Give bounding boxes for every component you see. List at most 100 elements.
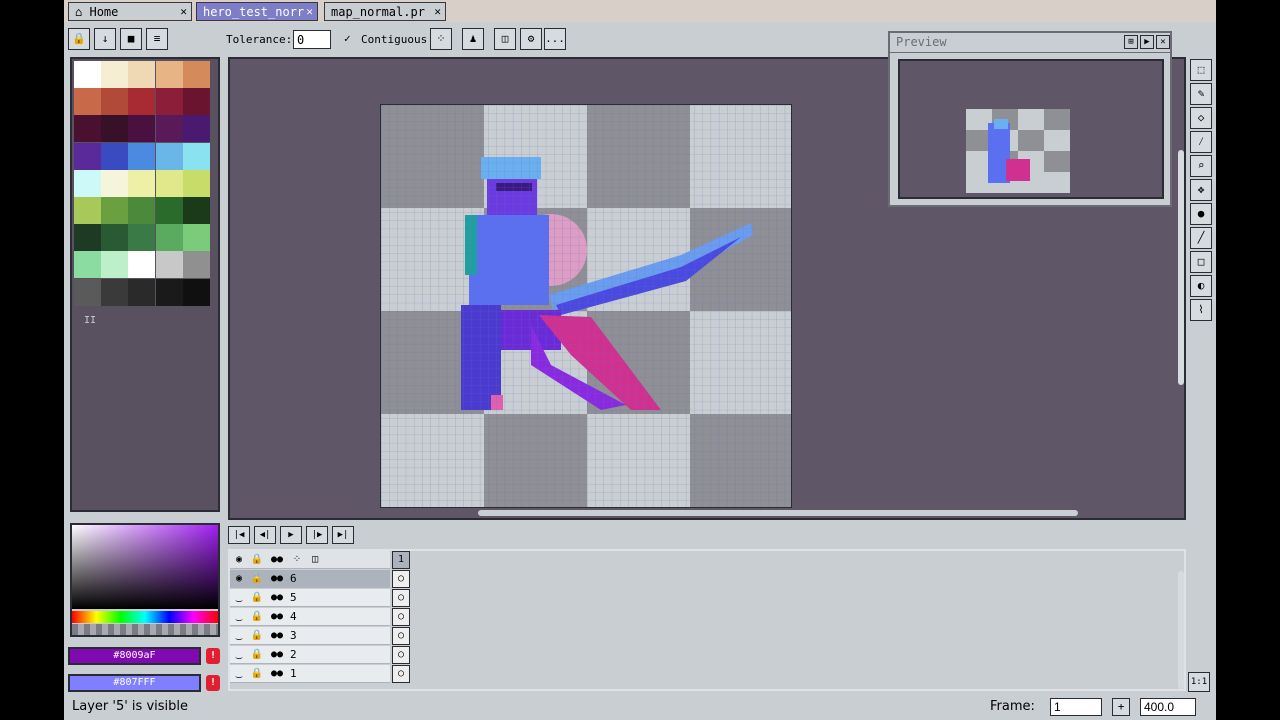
last-frame-icon[interactable]: ▶| bbox=[332, 526, 354, 544]
rectangle-tool-icon[interactable]: □ bbox=[1190, 251, 1212, 273]
close-icon[interactable]: ✕ bbox=[434, 5, 441, 18]
palette-swatch[interactable] bbox=[74, 61, 101, 88]
eye-closed-icon[interactable]: ‿ bbox=[230, 646, 248, 664]
save-icon[interactable]: ■ bbox=[120, 28, 142, 50]
line-tool-icon[interactable]: ╱ bbox=[1190, 227, 1212, 249]
link-icon[interactable]: ●● bbox=[268, 570, 286, 588]
layer-row[interactable]: ‿ 🔒 ●● 2 bbox=[230, 646, 390, 664]
palette-swatch[interactable] bbox=[101, 224, 129, 252]
tab-map-normal[interactable]: map_normal.pr ✕ bbox=[324, 2, 446, 21]
brush-tool-icon[interactable]: ⌇ bbox=[1190, 299, 1212, 321]
cel-circle-icon[interactable]: ○ bbox=[392, 589, 410, 607]
canvas-h-scrollbar[interactable] bbox=[478, 510, 1078, 516]
palette-swatch[interactable] bbox=[128, 169, 156, 197]
palette-swatch[interactable] bbox=[128, 251, 156, 279]
play-icon[interactable]: ▶ bbox=[280, 526, 302, 544]
gear-icon[interactable]: ⚙ bbox=[520, 28, 542, 50]
palette-swatch[interactable] bbox=[101, 197, 129, 224]
palette-swatch[interactable] bbox=[128, 142, 156, 170]
stamp-icon[interactable]: ♟ bbox=[462, 28, 484, 50]
palette-swatch[interactable] bbox=[101, 169, 129, 197]
palette-swatch[interactable] bbox=[155, 278, 183, 306]
lock-icon[interactable]: 🔒 bbox=[248, 665, 266, 683]
foreground-color[interactable]: #8009aF bbox=[68, 647, 201, 665]
palette-swatch[interactable] bbox=[128, 278, 156, 306]
link-icon[interactable]: ●● bbox=[268, 665, 286, 683]
tab-home[interactable]: ⌂ Home ✕ bbox=[68, 2, 192, 21]
palette-swatch[interactable] bbox=[128, 61, 156, 88]
palette-swatch[interactable] bbox=[155, 224, 183, 252]
cel-circle-icon[interactable]: ○ bbox=[392, 665, 410, 683]
link-icon[interactable]: ●● bbox=[268, 646, 286, 664]
cel-circle-icon[interactable]: ○ bbox=[392, 646, 410, 664]
close-icon[interactable]: ✕ bbox=[1156, 35, 1170, 49]
canvas-v-scrollbar[interactable] bbox=[1178, 150, 1184, 385]
palette-swatch[interactable] bbox=[101, 142, 129, 170]
lock-icon[interactable]: 🔒 bbox=[248, 589, 266, 607]
palette-swatch[interactable] bbox=[101, 61, 129, 88]
palette-swatch[interactable] bbox=[74, 251, 101, 279]
background-warning-icon[interactable]: ! bbox=[206, 675, 220, 691]
menu-icon[interactable]: ≡ bbox=[146, 28, 168, 50]
palette-swatch[interactable] bbox=[128, 88, 156, 116]
one-to-one-button[interactable]: 1:1 bbox=[1188, 672, 1210, 692]
more-button[interactable]: ... bbox=[544, 28, 566, 50]
zoom-input[interactable] bbox=[1140, 698, 1196, 716]
palette-swatch[interactable] bbox=[101, 115, 129, 143]
frame-input[interactable] bbox=[1050, 698, 1102, 716]
link-icon[interactable]: ●● bbox=[268, 551, 286, 569]
saturation-value-field[interactable] bbox=[72, 525, 218, 609]
eyedropper-tool-icon[interactable]: ⁄ bbox=[1190, 131, 1212, 153]
eye-icon[interactable]: ◉ bbox=[230, 551, 248, 569]
palette-swatch[interactable] bbox=[182, 251, 210, 279]
lock-icon[interactable]: 🔒 bbox=[248, 551, 266, 569]
link-icon[interactable]: ●● bbox=[268, 589, 286, 607]
palette-swatch[interactable] bbox=[182, 197, 210, 224]
lock-icon[interactable]: 🔒 bbox=[248, 570, 266, 588]
hue-slider[interactable] bbox=[72, 611, 218, 623]
lock-icon[interactable]: 🔒 bbox=[68, 28, 90, 50]
tolerance-input[interactable] bbox=[293, 30, 331, 49]
background-color[interactable]: #807FFF bbox=[68, 674, 201, 692]
cel-circle-icon[interactable]: ○ bbox=[392, 608, 410, 626]
palette-swatch[interactable] bbox=[74, 88, 101, 116]
lock-icon[interactable]: 🔒 bbox=[248, 646, 266, 664]
zoom-tool-icon[interactable]: ⌕ bbox=[1190, 155, 1212, 177]
palette-swatch[interactable] bbox=[182, 142, 210, 170]
frame-header[interactable]: 1 bbox=[392, 551, 410, 569]
lock-icon[interactable]: 🔒 bbox=[248, 608, 266, 626]
eye-closed-icon[interactable]: ‿ bbox=[230, 627, 248, 645]
palette-swatch[interactable] bbox=[155, 169, 183, 197]
pencil-tool-icon[interactable]: ✎ bbox=[1190, 83, 1212, 105]
foreground-warning-icon[interactable]: ! bbox=[206, 648, 220, 664]
first-frame-icon[interactable]: |◀ bbox=[228, 526, 250, 544]
download-icon[interactable]: ↓ bbox=[94, 28, 116, 50]
lock-icon[interactable]: 🔒 bbox=[248, 627, 266, 645]
marquee-tool-icon[interactable]: ⬚ bbox=[1190, 59, 1212, 81]
add-frame-icon[interactable]: + bbox=[1112, 698, 1130, 716]
tab-hero-test[interactable]: hero_test_norr ✕ bbox=[196, 2, 318, 21]
close-icon[interactable]: ✕ bbox=[306, 5, 313, 18]
link-icon[interactable]: ●● bbox=[268, 627, 286, 645]
palette-swatch[interactable] bbox=[101, 88, 129, 116]
cel-icon[interactable]: ⁘ bbox=[288, 551, 306, 569]
prev-frame-icon[interactable]: ◀| bbox=[254, 526, 276, 544]
fit-icon[interactable]: ⊞ bbox=[1124, 35, 1138, 49]
eye-icon[interactable]: ◉ bbox=[230, 570, 248, 588]
layer-row[interactable]: ‿ 🔒 ●● 4 bbox=[230, 608, 390, 626]
palette-swatch[interactable] bbox=[128, 197, 156, 224]
palette-swatch[interactable] bbox=[155, 251, 183, 279]
palette-swatch[interactable] bbox=[155, 115, 183, 143]
link-icon[interactable]: ●● bbox=[268, 608, 286, 626]
palette-swatch[interactable] bbox=[74, 197, 101, 224]
symmetry-icon[interactable]: ◫ bbox=[494, 28, 516, 50]
palette-swatch[interactable] bbox=[182, 88, 210, 116]
palette-swatch[interactable] bbox=[74, 169, 101, 197]
palette-swatch[interactable] bbox=[182, 61, 210, 88]
preview-viewport[interactable] bbox=[898, 59, 1164, 199]
palette-swatch[interactable] bbox=[155, 197, 183, 224]
ellipse-tool-icon[interactable]: ◐ bbox=[1190, 275, 1212, 297]
timeline-v-scrollbar[interactable] bbox=[1178, 571, 1184, 689]
palette-swatch[interactable] bbox=[101, 251, 129, 279]
layer-row[interactable]: ‿ 🔒 ●● 5 bbox=[230, 589, 390, 607]
